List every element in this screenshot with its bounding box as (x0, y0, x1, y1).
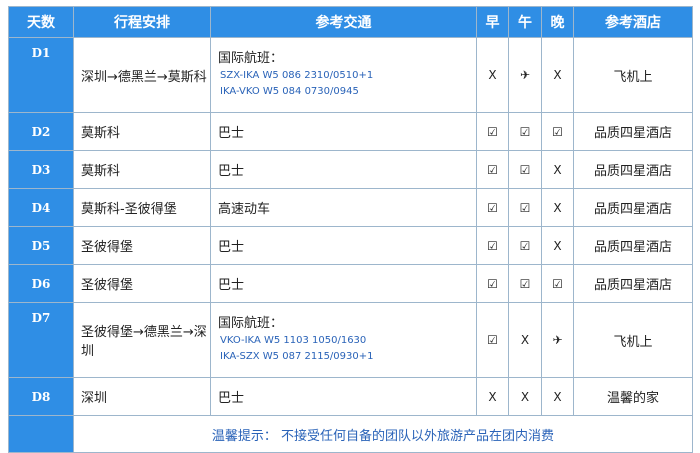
plan-cell: 莫斯科-圣彼得堡 (73, 188, 211, 227)
day-cell: D5 (8, 226, 74, 265)
lunch-cell: ☑ (508, 226, 542, 265)
header-transport: 参考交通 (210, 6, 477, 38)
day-cell: D3 (8, 150, 74, 189)
hotel-cell: 品质四星酒店 (573, 264, 693, 303)
hotel-cell: 品质四星酒店 (573, 112, 693, 151)
breakfast-cell: X (476, 377, 509, 416)
flight-line: IKA-VKO W5 084 0730/0945 (220, 86, 359, 97)
hotel-cell: 飞机上 (573, 37, 693, 113)
table-row: D3 莫斯科 巴士 ☑ ☑ X 品质四星酒店 (8, 150, 693, 189)
transport-cell: 巴士 (210, 150, 477, 189)
flight-line: VKO-IKA W5 1103 1050/1630 (220, 335, 367, 346)
dinner-cell: X (541, 188, 574, 227)
footer-corner (8, 415, 74, 453)
transport-cell: 巴士 (210, 264, 477, 303)
header-plan: 行程安排 (73, 6, 211, 38)
lunch-cell: X (508, 377, 542, 416)
dinner-cell: X (541, 226, 574, 265)
plan-cell: 圣彼得堡 (73, 226, 211, 265)
transport-cell: 巴士 (210, 112, 477, 151)
footer-notice: 温馨提示： 不接受任何自备的团队以外旅游产品在团内消费 (73, 415, 693, 453)
day-cell: D1 (8, 37, 74, 113)
plan-cell: 莫斯科 (73, 112, 211, 151)
dinner-cell: ✈ (541, 302, 574, 378)
table-row: D8 深圳 巴士 X X X 温馨的家 (8, 377, 693, 416)
transport-cell: 高速动车 (210, 188, 477, 227)
hotel-cell: 飞机上 (573, 302, 693, 378)
breakfast-cell: ☑ (476, 302, 509, 378)
plan-cell: 深圳 (73, 377, 211, 416)
table-row: D5 圣彼得堡 巴士 ☑ ☑ X 品质四星酒店 (8, 226, 693, 265)
lunch-cell: X (508, 302, 542, 378)
lunch-cell: ☑ (508, 150, 542, 189)
plan-cell: 圣彼得堡 (73, 264, 211, 303)
hotel-cell: 品质四星酒店 (573, 150, 693, 189)
flight-line: SZX-IKA W5 086 2310/0510+1 (220, 70, 374, 81)
plan-cell: 莫斯科 (73, 150, 211, 189)
table-row: D2 莫斯科 巴士 ☑ ☑ ☑ 品质四星酒店 (8, 112, 693, 151)
breakfast-cell: ☑ (476, 150, 509, 189)
hotel-cell: 温馨的家 (573, 377, 693, 416)
itinerary-table: 天数 行程安排 参考交通 早 午 晚 参考酒店 D1 深圳→德黑兰→莫斯科 国际… (8, 6, 693, 453)
breakfast-cell: ☑ (476, 112, 509, 151)
header-day: 天数 (8, 6, 74, 38)
header-lunch: 午 (508, 6, 542, 38)
dinner-cell: X (541, 150, 574, 189)
breakfast-cell: X (476, 37, 509, 113)
plan-cell: 深圳→德黑兰→莫斯科 (73, 37, 211, 113)
breakfast-cell: ☑ (476, 226, 509, 265)
table-row: D1 深圳→德黑兰→莫斯科 国际航班： SZX-IKA W5 086 2310/… (8, 37, 693, 113)
table-row: D4 莫斯科-圣彼得堡 高速动车 ☑ ☑ X 品质四星酒店 (8, 188, 693, 227)
flight-title: 国际航班： (218, 51, 284, 66)
footer-row: 温馨提示： 不接受任何自备的团队以外旅游产品在团内消费 (8, 415, 693, 453)
breakfast-cell: ☑ (476, 188, 509, 227)
transport-cell: 巴士 (210, 226, 477, 265)
transport-cell: 国际航班： VKO-IKA W5 1103 1050/1630 IKA-SZX … (210, 302, 477, 378)
transport-cell: 国际航班： SZX-IKA W5 086 2310/0510+1 IKA-VKO… (210, 37, 477, 113)
lunch-cell: ☑ (508, 112, 542, 151)
lunch-cell: ☑ (508, 264, 542, 303)
breakfast-cell: ☑ (476, 264, 509, 303)
lunch-cell: ✈ (508, 37, 542, 113)
header-hotel: 参考酒店 (573, 6, 693, 38)
header-dinner: 晚 (541, 6, 574, 38)
day-cell: D6 (8, 264, 74, 303)
hotel-cell: 品质四星酒店 (573, 226, 693, 265)
dinner-cell: X (541, 377, 574, 416)
day-cell: D2 (8, 112, 74, 151)
lunch-cell: ☑ (508, 188, 542, 227)
dinner-cell: ☑ (541, 264, 574, 303)
dinner-cell: ☑ (541, 112, 574, 151)
plan-cell: 圣彼得堡→德黑兰→深圳 (73, 302, 211, 378)
day-cell: D8 (8, 377, 74, 416)
header-breakfast: 早 (476, 6, 509, 38)
transport-cell: 巴士 (210, 377, 477, 416)
flight-line: IKA-SZX W5 087 2115/0930+1 (220, 351, 374, 362)
table-row: D7 圣彼得堡→德黑兰→深圳 国际航班： VKO-IKA W5 1103 105… (8, 302, 693, 378)
hotel-cell: 品质四星酒店 (573, 188, 693, 227)
day-cell: D7 (8, 302, 74, 378)
table-row: D6 圣彼得堡 巴士 ☑ ☑ ☑ 品质四星酒店 (8, 264, 693, 303)
flight-title: 国际航班： (218, 316, 284, 331)
header-row: 天数 行程安排 参考交通 早 午 晚 参考酒店 (8, 6, 693, 38)
day-cell: D4 (8, 188, 74, 227)
dinner-cell: X (541, 37, 574, 113)
